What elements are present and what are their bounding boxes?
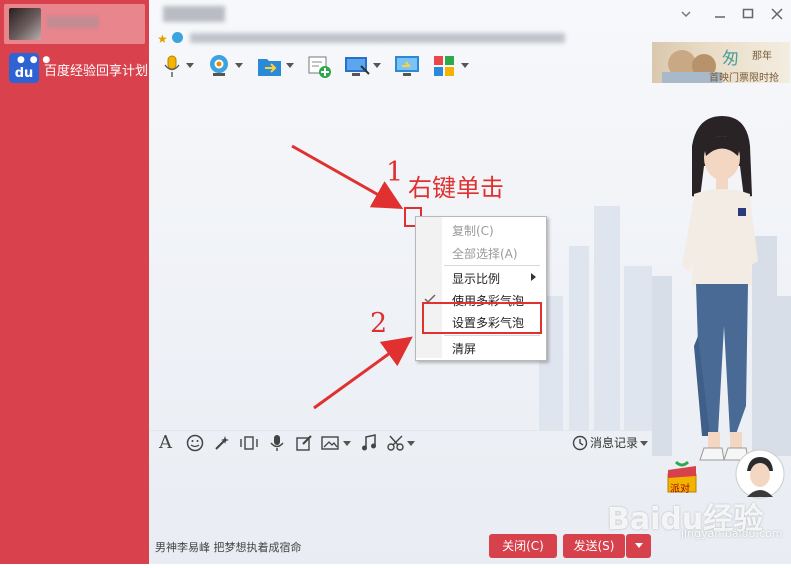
baidu-logo-text: du (14, 66, 34, 81)
divider (149, 430, 652, 431)
contact-item-label[interactable]: 百度经验回享计划 (44, 60, 148, 79)
menu-separator (444, 335, 540, 336)
submenu-arrow-icon (531, 273, 536, 281)
menu-item-select-all[interactable]: 全部选择(A) (452, 245, 518, 262)
font-icon[interactable]: A (159, 432, 172, 454)
contact-avatar[interactable] (9, 8, 41, 40)
gift-label: 派对 (670, 484, 690, 495)
chevron-down-icon[interactable] (286, 63, 294, 68)
music-icon[interactable] (360, 434, 378, 452)
screen-share-icon[interactable] (343, 52, 371, 80)
add-app-icon[interactable] (305, 52, 333, 80)
annotation-arrows (291, 144, 413, 410)
chevron-down-icon (634, 543, 643, 548)
close-button[interactable]: 关闭(C) (489, 534, 557, 558)
image-icon[interactable] (321, 434, 339, 452)
close-icon[interactable] (771, 8, 783, 20)
ad-title: 匆 (722, 49, 739, 69)
chat-toolbar (149, 52, 649, 82)
maximize-icon[interactable] (742, 8, 754, 20)
mic-icon[interactable] (159, 52, 187, 80)
chat-title-blurred (163, 6, 225, 22)
dropdown-icon[interactable] (680, 8, 692, 20)
chevron-down-icon[interactable] (407, 441, 415, 446)
file-transfer-icon[interactable] (255, 52, 285, 80)
chevron-down-icon[interactable] (373, 63, 381, 68)
menu-item-copy[interactable]: 复制(C) (452, 222, 494, 239)
menu-separator (444, 265, 540, 266)
context-menu-gutter (416, 217, 442, 358)
scissors-icon[interactable] (387, 434, 405, 452)
star-icon[interactable]: ★ (157, 32, 168, 46)
camera-icon[interactable] (205, 52, 233, 80)
ad-text: 首映门票限时抢 (709, 73, 779, 84)
message-history-button[interactable]: 消息记录 (590, 434, 638, 451)
clock-icon (572, 435, 588, 451)
qq-status-icon (172, 32, 183, 43)
remote-desktop-icon[interactable] (393, 52, 421, 80)
window-controls (680, 8, 790, 24)
signature-blurred (190, 33, 565, 43)
chevron-down-icon[interactable] (186, 63, 194, 68)
chevron-down-icon[interactable] (640, 441, 648, 446)
contact-name-blurred (47, 16, 99, 28)
friend-signature: 男神李易峰 把梦想执着成宿命 (155, 541, 302, 554)
emoji-icon[interactable] (186, 434, 204, 452)
chevron-down-icon[interactable] (461, 63, 469, 68)
shake-icon[interactable] (239, 434, 259, 452)
menu-item-zoom[interactable]: 显示比例 (452, 270, 500, 287)
friend-avatar[interactable] (735, 449, 785, 499)
chevron-down-icon[interactable] (235, 63, 243, 68)
apps-grid-icon[interactable] (431, 52, 459, 80)
minimize-icon[interactable] (714, 8, 726, 20)
baidu-watermark-url: jingyan.baidu.com (681, 527, 783, 540)
edit-icon[interactable] (295, 434, 313, 452)
chevron-down-icon[interactable] (343, 441, 351, 446)
annotation-highlight-box (422, 302, 542, 334)
menu-item-clear-screen[interactable]: 清屏 (452, 340, 476, 357)
contact-sidebar (0, 0, 149, 564)
magic-icon[interactable] (213, 434, 231, 452)
voice-icon[interactable] (269, 434, 285, 452)
ad-subtitle: 那年 (752, 51, 772, 62)
